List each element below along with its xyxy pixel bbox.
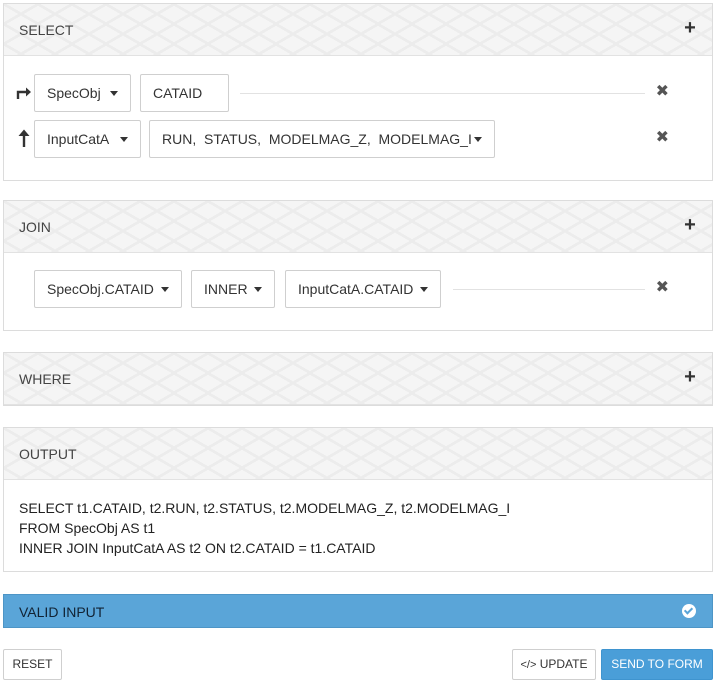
columns-select-value: RUN, STATUS, MODELMAG_Z, MODELMAG_I (162, 131, 472, 147)
join-right-select[interactable]: InputCatA.CATAID (285, 270, 441, 308)
table-select-inputcata[interactable]: InputCatA (34, 120, 141, 158)
reset-button[interactable]: RESET (3, 649, 62, 680)
chevron-down-icon (110, 91, 118, 96)
join-right-value: InputCatA.CATAID (298, 281, 414, 297)
arrow-turn-right-icon (16, 84, 32, 105)
chevron-down-icon (161, 287, 169, 292)
output-panel-header: OUTPUT (4, 428, 712, 480)
validation-status-bar: VALID INPUT (3, 594, 713, 628)
where-panel-header: WHERE + (4, 353, 712, 405)
join-panel-header: JOIN + (4, 201, 712, 253)
check-circle-icon (682, 604, 696, 618)
validation-status-text: VALID INPUT (19, 604, 105, 620)
select-title: SELECT (19, 22, 74, 38)
columns-select-value: CATAID (153, 85, 203, 101)
join-row: SpecObj.CATAID INNER InputCatA.CATAID ✖ (4, 270, 712, 308)
sql-output: SELECT t1.CATAID, t2.RUN, t2.STATUS, t2.… (19, 498, 510, 558)
select-row: SpecObj CATAID ✖ (4, 74, 712, 112)
join-left-value: SpecObj.CATAID (47, 281, 154, 297)
sql-line: FROM SpecObj AS t1 (19, 520, 156, 536)
where-title: WHERE (19, 371, 72, 387)
chevron-down-icon (120, 137, 128, 142)
output-panel: OUTPUT SELECT t1.CATAID, t2.RUN, t2.STAT… (3, 427, 713, 572)
select-panel-header: SELECT + (4, 4, 712, 56)
add-join-button[interactable]: + (680, 215, 700, 235)
join-type-select[interactable]: INNER (191, 270, 275, 308)
columns-select-inputcata[interactable]: RUN, STATUS, MODELMAG_Z, MODELMAG_I (149, 120, 495, 158)
sql-line: SELECT t1.CATAID, t2.RUN, t2.STATUS, t2.… (19, 500, 511, 516)
where-panel: WHERE + (3, 352, 713, 406)
remove-row-icon[interactable]: ✖ (656, 84, 669, 100)
send-button-label: SEND TO FORM (611, 657, 703, 671)
columns-select-specobj[interactable]: CATAID (140, 74, 229, 112)
remove-join-icon[interactable]: ✖ (656, 280, 669, 296)
table-select-specobj[interactable]: SpecObj (34, 74, 131, 112)
send-to-form-button[interactable]: SEND TO FORM (601, 649, 713, 680)
update-button-label: UPDATE (539, 657, 588, 671)
output-title: OUTPUT (19, 446, 77, 462)
join-panel: JOIN + SpecObj.CATAID INNER InputCatA.CA… (3, 200, 713, 331)
add-where-button[interactable]: + (680, 367, 700, 387)
join-left-select[interactable]: SpecObj.CATAID (34, 270, 182, 308)
remove-row-icon[interactable]: ✖ (656, 130, 669, 146)
chevron-down-icon (474, 137, 482, 142)
sql-line: INNER JOIN InputCatA AS t2 ON t2.CATAID … (19, 540, 376, 556)
add-select-button[interactable]: + (680, 18, 700, 38)
code-icon: </> (520, 659, 537, 671)
join-type-value: INNER (204, 281, 248, 297)
chevron-down-icon (254, 287, 262, 292)
reset-button-label: RESET (12, 657, 53, 671)
table-select-value: SpecObj (47, 85, 101, 101)
divider-line (453, 289, 645, 290)
arrow-up-icon (17, 128, 31, 153)
table-select-value: InputCatA (47, 131, 110, 147)
select-panel: SELECT + SpecObj CATAID ✖ InputCatA RUN,… (3, 3, 713, 181)
join-title: JOIN (19, 219, 51, 235)
divider-line (240, 93, 645, 94)
select-row: InputCatA RUN, STATUS, MODELMAG_Z, MODEL… (4, 120, 712, 158)
chevron-down-icon (420, 287, 428, 292)
update-button[interactable]: </> UPDATE (512, 649, 596, 680)
